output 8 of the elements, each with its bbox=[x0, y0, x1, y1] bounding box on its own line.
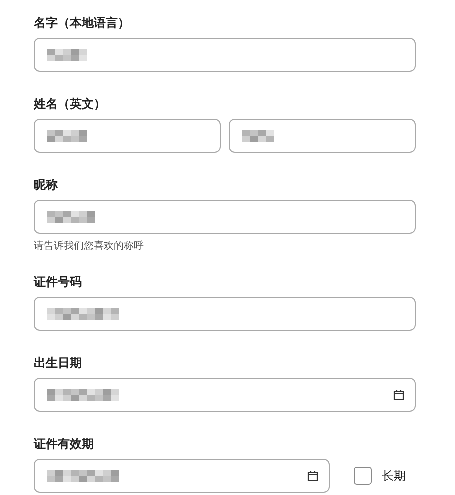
field-label: 昵称 bbox=[34, 177, 58, 194]
hint-text: 请告诉我们您喜欢的称呼 bbox=[34, 240, 144, 253]
field-label: 出生日期 bbox=[34, 355, 82, 372]
field-label: 证件有效期 bbox=[34, 436, 94, 453]
checkbox-label: 长期 bbox=[382, 468, 406, 484]
field-label: 名字（本地语言） bbox=[34, 15, 130, 32]
field-label: 证件号码 bbox=[34, 274, 82, 291]
field-label: 姓名（英文） bbox=[34, 96, 106, 113]
